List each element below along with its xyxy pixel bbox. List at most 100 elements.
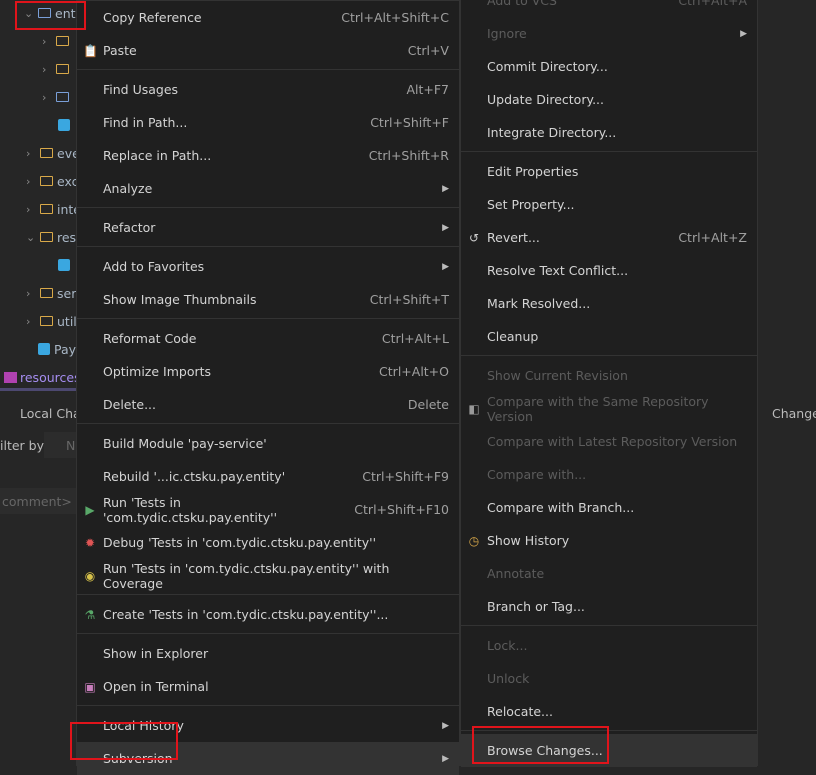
tree-node[interactable] bbox=[58, 254, 74, 276]
menu-item-set-property[interactable]: Set Property... bbox=[461, 188, 757, 221]
commit-comment-input[interactable]: comment> bbox=[0, 488, 76, 514]
menu-item-refactor[interactable]: Refactor ▶ bbox=[77, 211, 459, 244]
menu-item-label: Create 'Tests in 'com.tydic.ctsku.pay.en… bbox=[103, 607, 389, 622]
menu-item-paste[interactable]: 📋 Paste Ctrl+V bbox=[77, 34, 459, 67]
changes-tab[interactable]: Change bbox=[772, 406, 816, 421]
submenu-arrow-icon: ▶ bbox=[740, 28, 747, 39]
menu-item-lock[interactable]: Lock... bbox=[461, 629, 757, 662]
shortcut: Ctrl+Shift+F9 bbox=[362, 469, 449, 484]
filter-label: ilter by bbox=[0, 438, 44, 453]
menu-item-ignore[interactable]: Ignore ▶ bbox=[461, 17, 757, 50]
tree-node[interactable]: › bbox=[42, 58, 73, 80]
menu-item-run-tests-in-com-tydic-ctsku-pay-entity[interactable]: ▶ Run 'Tests in 'com.tydic.ctsku.pay.enti… bbox=[77, 493, 459, 526]
menu-item-cleanup[interactable]: Cleanup bbox=[461, 320, 757, 353]
menu-item-label: Lock... bbox=[487, 638, 528, 653]
local-changes-tab[interactable]: Local Cha bbox=[20, 406, 81, 421]
menu-item-build-module-pay-service[interactable]: Build Module 'pay-service' bbox=[77, 427, 459, 460]
menu-item-create-tests-in-com-tydic-ctsku-pay-entity[interactable]: ⚗ Create 'Tests in 'com.tydic.ctsku.pay.e… bbox=[77, 598, 459, 631]
tree-node-label: Pay bbox=[54, 341, 77, 357]
tree-node[interactable]: › bbox=[42, 86, 73, 108]
menu-item-integrate-directory[interactable]: Integrate Directory... bbox=[461, 116, 757, 149]
tree-node[interactable]: › ser bbox=[26, 282, 76, 304]
menu-item-edit-properties[interactable]: Edit Properties bbox=[461, 155, 757, 188]
menu-item-label: Update Directory... bbox=[487, 92, 604, 107]
tree-node-label: ser bbox=[57, 285, 77, 301]
menu-item-show-history[interactable]: ◷ Show History bbox=[461, 524, 757, 557]
menu-item-revert[interactable]: ↺ Revert... Ctrl+Alt+Z bbox=[461, 221, 757, 254]
menu-item-show-image-thumbnails[interactable]: Show Image Thumbnails Ctrl+Shift+T bbox=[77, 283, 459, 316]
tree-node-label: res bbox=[57, 229, 77, 245]
chevron-icon[interactable]: ⌄ bbox=[26, 231, 36, 244]
folder-icon bbox=[40, 204, 53, 214]
menu-item-label: Branch or Tag... bbox=[487, 599, 585, 614]
highlight-box-browse-changes bbox=[472, 726, 609, 764]
menu-item-label: Analyze bbox=[103, 181, 153, 196]
menu-item-find-in-path[interactable]: Find in Path... Ctrl+Shift+F bbox=[77, 106, 459, 139]
menu-item-resolve-text-conflict[interactable]: Resolve Text Conflict... bbox=[461, 254, 757, 287]
menu-item-commit-directory[interactable]: Commit Directory... bbox=[461, 50, 757, 83]
menu-item-label: Run 'Tests in 'com.tydic.ctsku.pay.entit… bbox=[103, 560, 390, 591]
chevron-icon[interactable]: › bbox=[26, 287, 36, 300]
chevron-icon[interactable]: › bbox=[26, 147, 36, 160]
menu-item-label: Compare with Branch... bbox=[487, 500, 635, 515]
menu-item-mark-resolved[interactable]: Mark Resolved... bbox=[461, 287, 757, 320]
menu-item-rebuild-ic-ctsku-pay-entity[interactable]: Rebuild '...ic.ctsku.pay.entity' Ctrl+Shi… bbox=[77, 460, 459, 493]
folder-icon bbox=[40, 316, 53, 326]
menu-item-compare-with-the-same-repository-version[interactable]: ◧ Compare with the Same Repository Versio… bbox=[461, 392, 757, 425]
menu-item-find-usages[interactable]: Find Usages Alt+F7 bbox=[77, 73, 459, 106]
run-icon: ▶ bbox=[85, 502, 95, 517]
menu-item-analyze[interactable]: Analyze ▶ bbox=[77, 172, 459, 205]
tree-node[interactable]: › util bbox=[26, 310, 77, 332]
menu-item-reformat-code[interactable]: Reformat Code Ctrl+Alt+L bbox=[77, 322, 459, 355]
chevron-icon[interactable]: › bbox=[42, 91, 52, 104]
menu-item-label: Optimize Imports bbox=[103, 364, 212, 379]
chevron-icon[interactable]: › bbox=[26, 175, 36, 188]
shortcut: Ctrl+Alt+A bbox=[678, 0, 747, 8]
tree-node[interactable]: › inte bbox=[26, 198, 81, 220]
menu-item-copy-reference[interactable]: Copy Reference Ctrl+Alt+Shift+C bbox=[77, 1, 459, 34]
tree-node[interactable] bbox=[58, 114, 74, 136]
menu-item-label: Find Usages bbox=[103, 82, 179, 97]
chevron-icon[interactable]: › bbox=[42, 63, 52, 76]
menu-item-compare-with-branch[interactable]: Compare with Branch... bbox=[461, 491, 757, 524]
menu-item-optimize-imports[interactable]: Optimize Imports Ctrl+Alt+O bbox=[77, 355, 459, 388]
menu-item-unlock[interactable]: Unlock bbox=[461, 662, 757, 695]
menu-item-annotate[interactable]: Annotate bbox=[461, 557, 757, 590]
tree-node[interactable]: › exc bbox=[26, 170, 79, 192]
resources-folder[interactable]: resources bbox=[4, 368, 81, 386]
menu-item-add-to-favorites[interactable]: Add to Favorites ▶ bbox=[77, 250, 459, 283]
menu-item-label: Annotate bbox=[487, 566, 545, 581]
tree-node[interactable]: ⌄ res bbox=[26, 226, 76, 248]
context-menu: Copy Reference Ctrl+Alt+Shift+C 📋 Paste Ctrl… bbox=[76, 0, 460, 775]
menu-item-compare-with-latest-repository-version[interactable]: Compare with Latest Repository Version bbox=[461, 425, 757, 458]
menu-item-debug-tests-in-com-tydic-ctsku-pay-entity[interactable]: ✹ Debug 'Tests in 'com.tydic.ctsku.pay.en… bbox=[77, 526, 459, 559]
class-icon bbox=[58, 119, 70, 131]
tree-node[interactable]: Pay bbox=[38, 338, 76, 360]
menu-item-compare-with[interactable]: Compare with... bbox=[461, 458, 757, 491]
shortcut: Ctrl+Alt+Z bbox=[678, 230, 747, 245]
menu-item-update-directory[interactable]: Update Directory... bbox=[461, 83, 757, 116]
filter-input[interactable]: N bbox=[44, 432, 76, 458]
chevron-icon[interactable]: › bbox=[26, 315, 36, 328]
menu-item-branch-or-tag[interactable]: Branch or Tag... bbox=[461, 590, 757, 623]
menu-item-relocate[interactable]: Relocate... bbox=[461, 695, 757, 728]
menu-item-label: Relocate... bbox=[487, 704, 553, 719]
menu-item-add-to-vcs[interactable]: Add to VCS Ctrl+Alt+A bbox=[461, 0, 757, 17]
divider bbox=[0, 388, 76, 391]
menu-item-delete[interactable]: Delete... Delete bbox=[77, 388, 459, 421]
tree-node[interactable]: › bbox=[42, 30, 73, 52]
chevron-icon[interactable]: › bbox=[26, 203, 36, 216]
menu-item-open-in-terminal[interactable]: ▣ Open in Terminal bbox=[77, 670, 459, 703]
submenu-arrow-icon: ▶ bbox=[442, 720, 449, 731]
shortcut: Ctrl+Alt+O bbox=[379, 364, 449, 379]
menu-item-run-tests-in-com-tydic-ctsku-pay-entity-with-coverage[interactable]: ◉ Run 'Tests in 'com.tydic.ctsku.pay.enti… bbox=[77, 559, 459, 592]
menu-item-show-in-explorer[interactable]: Show in Explorer bbox=[77, 637, 459, 670]
menu-item-show-current-revision[interactable]: Show Current Revision bbox=[461, 359, 757, 392]
chevron-icon[interactable]: › bbox=[42, 35, 52, 48]
menu-item-label: Replace in Path... bbox=[103, 148, 212, 163]
tree-node[interactable]: › eve bbox=[26, 142, 80, 164]
menu-item-label: Run 'Tests in 'com.tydic.ctsku.pay.entit… bbox=[103, 494, 278, 525]
menu-item-replace-in-path[interactable]: Replace in Path... Ctrl+Shift+R bbox=[77, 139, 459, 172]
shortcut: Ctrl+Shift+T bbox=[369, 292, 449, 307]
shortcut: Ctrl+V bbox=[407, 43, 449, 58]
